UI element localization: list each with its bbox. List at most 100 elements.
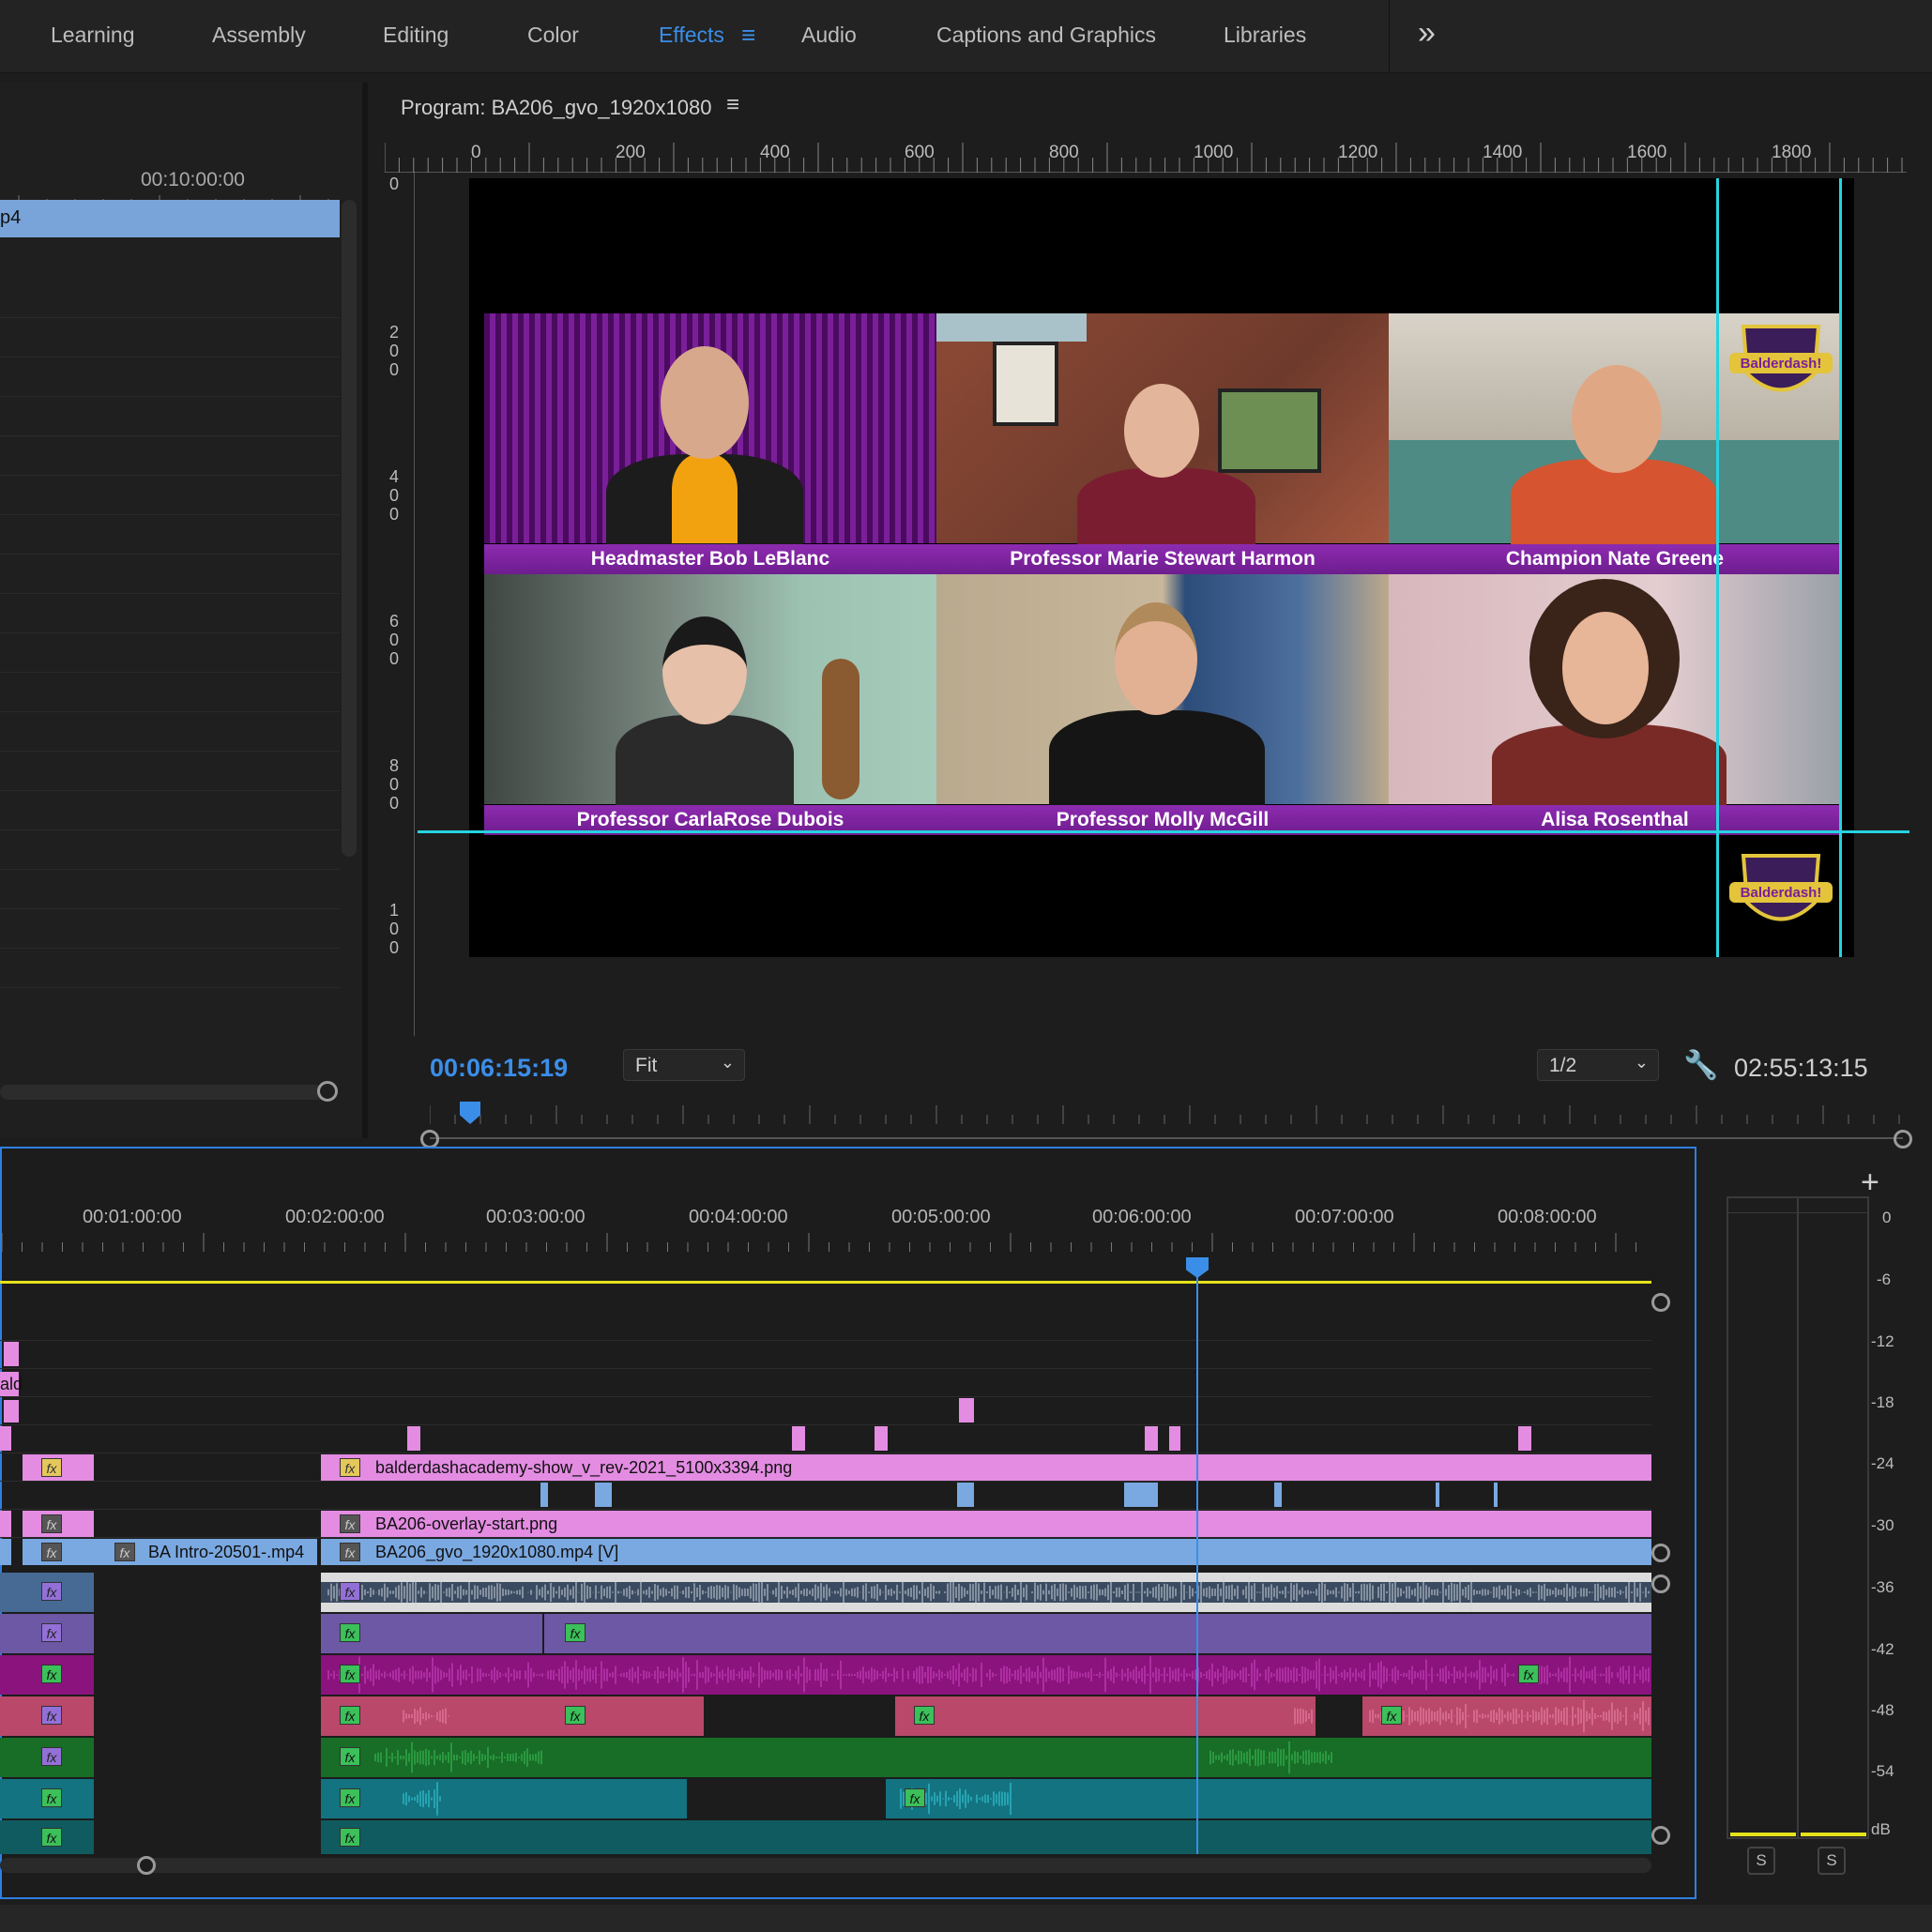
row-divider — [0, 987, 340, 988]
zoom-select[interactable]: Fit ⌄ — [623, 1049, 745, 1081]
tab-assembly[interactable]: Assembly — [212, 23, 306, 48]
source-zoom-handle[interactable] — [317, 1081, 338, 1102]
track-scroll-handle[interactable] — [1651, 1544, 1670, 1562]
audio-track-7[interactable] — [0, 1820, 1651, 1854]
timeline-clip[interactable] — [1436, 1483, 1439, 1507]
db-label: -36 — [1871, 1578, 1894, 1596]
track-scroll-handle[interactable] — [1651, 1575, 1670, 1593]
source-vertical-scrollbar[interactable] — [342, 200, 357, 857]
timeline-clip[interactable] — [4, 1400, 19, 1422]
timeline-time-label: 00:04:00:00 — [689, 1207, 788, 1227]
audio-track-3[interactable] — [0, 1655, 1651, 1695]
audio-track-5[interactable] — [0, 1738, 1651, 1777]
ruler-ticks — [385, 143, 1903, 173]
more-workspaces-button[interactable]: » — [1389, 0, 1473, 73]
timeline-clip[interactable] — [1518, 1426, 1531, 1451]
solo-right-button[interactable]: S — [1818, 1847, 1846, 1875]
safe-margin-guide[interactable] — [1716, 178, 1719, 957]
program-menu-icon[interactable]: ≡ — [726, 92, 739, 118]
timeline-zoom-handle[interactable] — [137, 1856, 156, 1875]
row-divider — [0, 948, 340, 949]
source-clip[interactable]: p4 — [0, 200, 340, 237]
solo-left-button[interactable]: S — [1747, 1847, 1775, 1875]
safe-margin-guide[interactable] — [418, 830, 1909, 833]
timeline-clip[interactable] — [407, 1426, 420, 1451]
participant-nameplate: Champion Nate Greene — [1389, 544, 1841, 574]
logo-shield-icon: Balderdash! — [1729, 854, 1833, 921]
timeline-clip[interactable] — [4, 1342, 19, 1366]
clip-label: ald — [0, 1375, 23, 1393]
tab-audio[interactable]: Audio — [801, 23, 857, 48]
track-divider — [0, 1396, 1651, 1397]
timeline-clip[interactable] — [957, 1483, 974, 1507]
monitor-scrub-bar[interactable] — [430, 1137, 1903, 1139]
work-area-bar[interactable] — [0, 1281, 1651, 1284]
tab-learning[interactable]: Learning — [51, 23, 135, 48]
timeline-clip[interactable] — [875, 1426, 888, 1451]
timeline-clip[interactable] — [0, 1511, 11, 1537]
timeline-clip[interactable] — [540, 1483, 548, 1507]
timeline-clip[interactable] — [0, 1539, 11, 1565]
participant-tile: Headmaster Bob LeBlanc — [484, 313, 936, 574]
db-label: dB — [1871, 1820, 1891, 1838]
row-divider — [0, 672, 340, 673]
timeline-clip[interactable]: fx — [23, 1454, 94, 1481]
track-divider — [0, 1424, 1651, 1425]
duration-timecode: 02:55:13:15 — [1734, 1054, 1868, 1082]
fx-badge-icon: fx — [914, 1706, 935, 1725]
track-divider — [0, 1481, 1651, 1482]
db-label: -54 — [1871, 1762, 1894, 1780]
ruler-label: 200 — [616, 143, 646, 162]
scrub-start-handle[interactable] — [420, 1130, 439, 1149]
source-horizontal-scrollbar[interactable] — [0, 1085, 328, 1100]
ruler-label: 1600 — [1627, 143, 1667, 162]
timeline-clip[interactable]: fx BA Intro-20501-.mp4 — [94, 1539, 317, 1565]
playhead-timecode[interactable]: 00:06:15:19 — [430, 1054, 568, 1083]
db-label: -6 — [1877, 1270, 1892, 1288]
resolution-select[interactable]: 1/2 ⌄ — [1537, 1049, 1659, 1081]
scrub-end-handle[interactable] — [1894, 1130, 1912, 1149]
fx-badge-icon: fx — [41, 1514, 62, 1533]
timeline-clip[interactable]: fx BA206-overlay-start.png — [321, 1511, 1651, 1537]
track-scroll-handle[interactable] — [1651, 1826, 1670, 1845]
timeline-clip[interactable] — [1124, 1483, 1158, 1507]
tab-effects[interactable]: Effects — [659, 23, 724, 48]
timeline-clip[interactable] — [1274, 1483, 1282, 1507]
timeline-clip[interactable] — [595, 1483, 612, 1507]
safe-margin-guide[interactable] — [1839, 178, 1842, 957]
timeline-time-label: 00:06:00:00 — [1092, 1207, 1192, 1227]
timeline-playhead-line[interactable] — [1196, 1257, 1198, 1854]
timeline-time-label: 00:08:00:00 — [1498, 1207, 1597, 1227]
timeline-clip[interactable]: fx BA206_gvo_1920x1080.mp4 [V] — [321, 1539, 1651, 1565]
audio-track-2[interactable] — [0, 1614, 1651, 1653]
tab-captions-and-graphics[interactable]: Captions and Graphics — [936, 23, 1156, 48]
timeline-clip[interactable] — [1169, 1426, 1180, 1451]
timeline-clip[interactable] — [959, 1398, 974, 1422]
workspace-menu-icon[interactable]: ≡ — [741, 21, 755, 50]
timeline-clip[interactable]: fx — [23, 1511, 94, 1537]
audio-track-4[interactable] — [0, 1696, 1651, 1736]
timeline-clip[interactable] — [1494, 1483, 1498, 1507]
timeline-clip[interactable]: fx — [23, 1539, 94, 1565]
timeline-ruler[interactable]: 00:01:00:00 00:02:00:00 00:03:00:00 00:0… — [2, 1197, 1653, 1254]
track-scroll-handle[interactable] — [1651, 1293, 1670, 1312]
audio-track-1[interactable] — [0, 1573, 1651, 1612]
ruler-label: 4 0 0 — [388, 467, 399, 524]
tab-libraries[interactable]: Libraries — [1224, 23, 1306, 48]
timeline-clip[interactable]: fx balderdashacademy-show_v_rev-2021_510… — [321, 1454, 1651, 1481]
timeline-clip[interactable] — [1145, 1426, 1158, 1451]
timeline-clip[interactable] — [0, 1426, 11, 1451]
zoom-value: Fit — [635, 1055, 658, 1076]
svg-text:Balderdash!: Balderdash! — [1741, 356, 1822, 372]
timeline-clip[interactable]: ald — [0, 1372, 23, 1396]
row-divider — [0, 396, 340, 397]
fx-badge-icon: fx — [41, 1828, 62, 1847]
timeline-horizontal-scrollbar[interactable] — [0, 1858, 1651, 1873]
timeline-clip[interactable] — [792, 1426, 805, 1451]
program-video-canvas[interactable]: Headmaster Bob LeBlanc Professor Marie S… — [469, 178, 1854, 957]
wrench-icon[interactable]: 🔧 — [1683, 1049, 1718, 1082]
tab-editing[interactable]: Editing — [383, 23, 449, 48]
audio-track-6[interactable] — [0, 1779, 1651, 1818]
ruler-label: 1800 — [1772, 143, 1812, 162]
tab-color[interactable]: Color — [527, 23, 579, 48]
